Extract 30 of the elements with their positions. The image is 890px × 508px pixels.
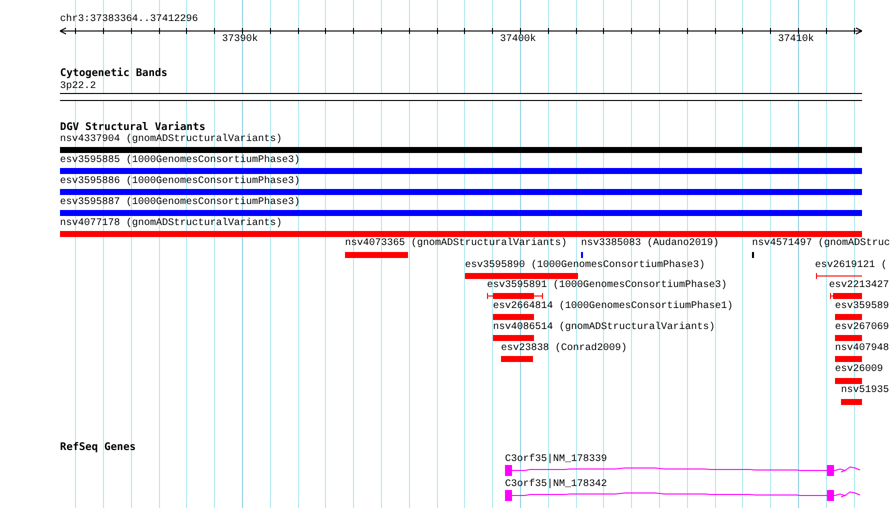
variant-label: esv3595887 (1000GenomesConsortiumPhase3) <box>60 197 300 209</box>
variant-label: esv3595891 (1000GenomesConsortiumPhase3) <box>487 280 728 292</box>
track-title: DGV Structural Variants <box>60 121 206 133</box>
variant-label: nsv51935 <box>841 385 890 397</box>
location-label: chr3:37383364..37412296 <box>60 14 198 26</box>
track-title: Cytogenetic Bands <box>60 67 168 79</box>
variant-label: esv23838 (Conrad2009) <box>501 343 628 355</box>
variant-label: nsv4073365 (gnomADStructuralVariants) <box>345 238 568 250</box>
tick-label: 37400k <box>500 34 536 46</box>
tick-label: 37410k <box>778 34 814 46</box>
variant-label: esv3595885 (1000GenomesConsortiumPhase3) <box>60 155 300 167</box>
transcript-label: C3orf35|NM_178342 <box>505 479 608 491</box>
track-title: RefSeq Genes <box>60 441 136 453</box>
variant-label: nsv3385083 (Audano2019) <box>581 238 720 250</box>
variant-label: esv359589 <box>835 301 890 313</box>
variant-label: esv2664814 (1000GenomesConsortiumPhase1) <box>493 301 734 313</box>
variant-label: esv2619121 ( <box>815 260 888 272</box>
transcript-label: C3orf35|NM_178339 <box>505 454 608 466</box>
variant-label: nsv4571497 (gnomADStruc <box>752 238 890 250</box>
variant-label: esv26009 <box>835 364 884 376</box>
band-label: 3p22.2 <box>60 81 96 93</box>
variant-label: esv2213427 <box>829 280 890 292</box>
tick-label: 37390k <box>222 34 258 46</box>
variant-label: nsv4086514 (gnomADStructuralVariants) <box>493 322 716 334</box>
variant-label: esv3595886 (1000GenomesConsortiumPhase3) <box>60 176 300 188</box>
variant-label: nsv4337904 (gnomADStructuralVariants) <box>60 134 282 146</box>
variant-label: nsv407948 <box>835 343 890 355</box>
variant-label: esv3595890 (1000GenomesConsortiumPhase3) <box>465 260 706 272</box>
variant-label: esv267069 <box>835 322 890 334</box>
variant-label: nsv4077178 (gnomADStructuralVariants) <box>60 218 282 230</box>
